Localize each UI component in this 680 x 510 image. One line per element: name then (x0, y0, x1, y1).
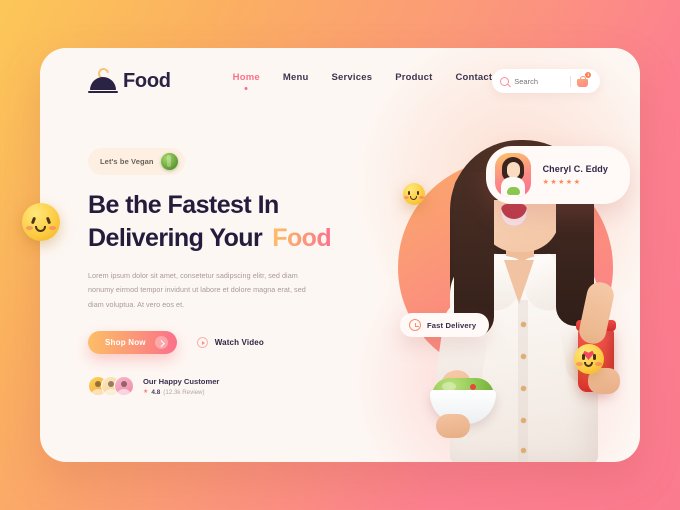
site-header: Food Home Menu Services Product Contact … (40, 48, 640, 114)
hero-description: Lorem ipsum dolor sit amet, consetetur s… (88, 270, 306, 310)
star-icon: ★ (542, 179, 549, 186)
arrow-right-icon (154, 336, 168, 350)
smiling-emoji-face (403, 183, 425, 205)
hero-content: Let's be Vegan Be the Fastest In Deliver… (88, 148, 363, 397)
social-proof: Our Happy Customer ★ 4.8 (12.3k Review) (88, 376, 363, 397)
rating-row: ★ 4.8 (12.3k Review) (143, 389, 219, 396)
star-icon: ★ (573, 179, 580, 186)
watch-video-button[interactable]: Watch Video (196, 337, 264, 349)
brand-logo[interactable]: Food (88, 65, 171, 94)
rating-score: 4.8 (151, 388, 161, 396)
star-icon: ★ (565, 179, 573, 186)
star-icon: ★ (143, 389, 149, 396)
play-icon (196, 337, 208, 349)
search-bar[interactable]: 1 (492, 69, 600, 93)
food-cloche-icon (88, 65, 118, 94)
avatar (114, 376, 134, 397)
cart-badge: 1 (585, 72, 592, 78)
avatar-group (88, 376, 134, 397)
heart-eyes-emoji-right (574, 344, 604, 374)
headline-line-2: Delivering Your (88, 224, 263, 253)
lettuce-emoji (160, 153, 178, 170)
watch-video-label: Watch Video (214, 338, 264, 348)
fast-delivery-badge[interactable]: Fast Delivery (400, 313, 490, 337)
social-proof-title: Our Happy Customer (143, 376, 220, 386)
hero-illustration (340, 82, 640, 462)
search-icon (500, 76, 510, 86)
shop-now-button[interactable]: Shop Now (88, 331, 177, 355)
rating-count: (12.3k Review) (163, 388, 205, 396)
main-navigation: Home Menu Services Product Contact (233, 72, 493, 90)
star-icon: ★ (558, 179, 565, 186)
shop-now-label: Shop Now (105, 338, 146, 348)
testimonial-stars: ★ ★ ★ ★ ★ (543, 179, 608, 186)
winking-emoji-left (22, 203, 60, 241)
testimonial-name: Cheryl C. Eddy (542, 164, 608, 174)
nav-item-contact[interactable]: Contact (455, 72, 492, 90)
social-proof-text: Our Happy Customer ★ 4.8 (12.3k Review) (143, 377, 219, 396)
fast-delivery-label: Fast Delivery (427, 320, 477, 330)
search-input[interactable] (514, 76, 569, 86)
nav-item-home[interactable]: Home (233, 72, 260, 90)
star-icon: ★ (550, 179, 557, 186)
testimonial-card[interactable]: Cheryl C. Eddy ★ ★ ★ ★ ★ (485, 146, 630, 204)
vegan-badge[interactable]: Let's be Vegan (88, 148, 185, 175)
nav-item-services[interactable]: Services (331, 72, 372, 90)
vegan-badge-label: Let's be Vegan (100, 157, 154, 166)
page-title: Be the Fastest In Delivering Your Food (88, 189, 363, 256)
hero-card: Food Home Menu Services Product Contact … (40, 48, 640, 462)
testimonial-body: Cheryl C. Eddy ★ ★ ★ ★ ★ (543, 164, 608, 186)
brand-name: Food (123, 69, 171, 92)
cta-row: Shop Now Watch Video (88, 331, 363, 355)
nav-item-menu[interactable]: Menu (283, 72, 309, 90)
nav-item-product[interactable]: Product (395, 72, 432, 90)
divider (570, 75, 572, 87)
clock-icon (409, 319, 421, 331)
headline-accent-word: Food (272, 224, 332, 253)
avatar (494, 153, 531, 197)
headline-line-1: Be the Fastest In (88, 191, 279, 219)
shopping-cart-icon[interactable]: 1 (576, 72, 592, 88)
